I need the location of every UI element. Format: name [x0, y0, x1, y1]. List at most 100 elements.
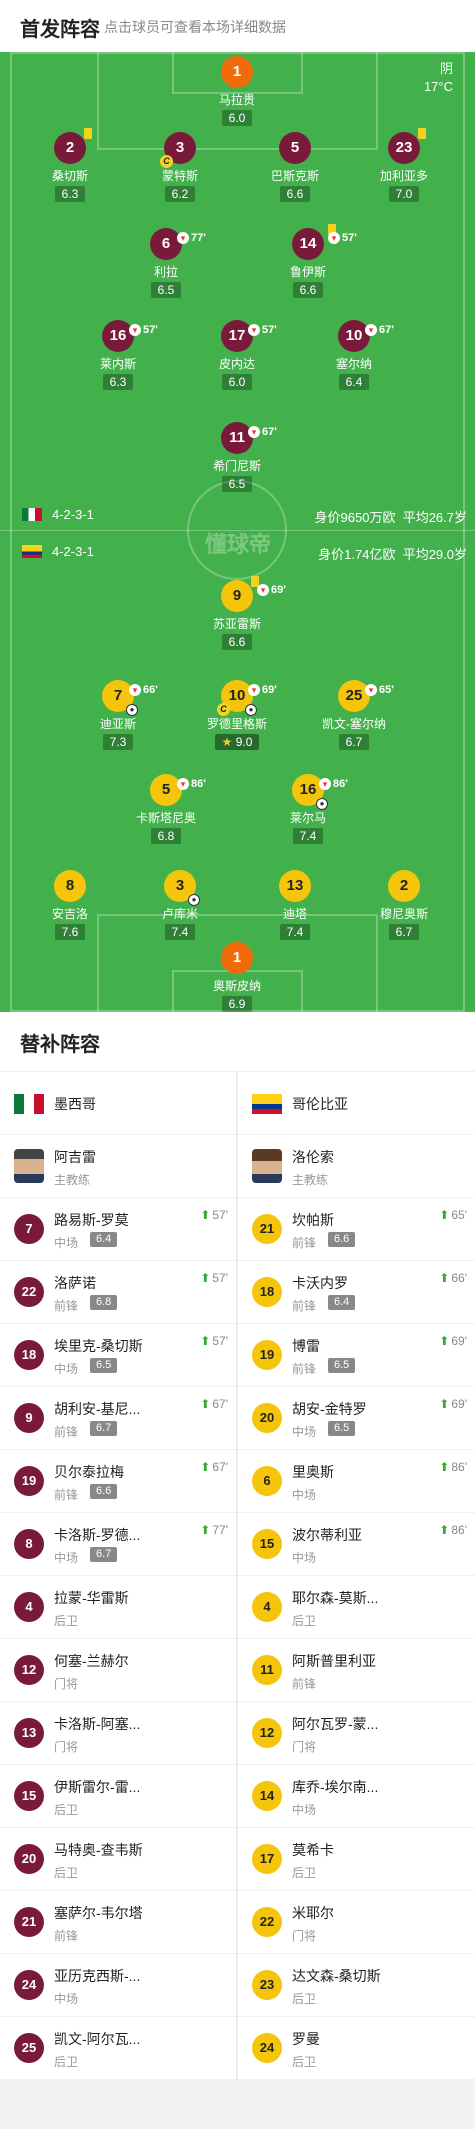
player-home[interactable]: 2 桑切斯 6.3 [10, 128, 130, 203]
away-coach-row[interactable]: 洛伦索 主教练 [238, 1135, 475, 1198]
player-home[interactable]: 23 加利亚多 7.0 [344, 128, 464, 203]
sub-player-row[interactable]: 19 贝尔泰拉梅 前锋 6.6 ⬆ 67' [0, 1450, 236, 1513]
player-home-gk[interactable]: 1 马拉贵 6.0 [177, 56, 297, 127]
sub-player-row[interactable]: 12 阿尔瓦罗-蒙... 门将 [238, 1702, 475, 1765]
sub-on-icon: ⬆ [439, 1208, 450, 1222]
player-rating: 6.6 [90, 1484, 118, 1499]
sub-player-row[interactable]: 23 达文森-桑切斯 后卫 [238, 1954, 475, 2017]
player-away[interactable]: 8 安吉洛 7.6 [10, 870, 130, 941]
player-home[interactable]: 11 ▾ 67' 希门尼斯 6.5 [177, 422, 297, 493]
sub-player-row[interactable]: 12 何塞-兰赫尔 门将 [0, 1639, 236, 1702]
player-name: 里奥斯 [292, 1464, 334, 1480]
player-away[interactable]: 13 迪塔 7.4 [235, 870, 355, 941]
player-position: 中场 [54, 1992, 79, 2006]
player-number: 21 [14, 1907, 44, 1937]
sub-player-row[interactable]: 22 洛萨诺 前锋 6.8 ⬆ 57' [0, 1261, 236, 1324]
player-away[interactable]: 25 ▾ 65' 凯文-塞尔纳 6.7 [294, 680, 414, 751]
sub-player-row[interactable]: 19 博雷 前锋 6.5 ⬆ 69' [238, 1324, 475, 1387]
player-number: 23 [252, 1970, 282, 2000]
sub-player-row[interactable]: 22 米耶尔 门将 [238, 1891, 475, 1954]
player-position: 中场 [292, 1803, 317, 1817]
away-team-info: 身价1.74亿欧 平均29.0岁 [318, 547, 467, 562]
sub-player-row[interactable]: 21 塞萨尔-韦尔塔 前锋 [0, 1891, 236, 1954]
player-away[interactable]: 7 ● ▾ 66' 迪亚斯 7.3 [58, 680, 178, 751]
sub-player-row[interactable]: 6 里奥斯 中场 ⬆ 86' [238, 1450, 475, 1513]
player-name: 耶尔森-莫斯... [292, 1590, 379, 1606]
subs-title: 替补阵容 [20, 1034, 100, 1056]
sub-on-time: ⬆ 86' [439, 1460, 467, 1474]
player-number: 21 [252, 1214, 282, 1244]
player-away-gk[interactable]: 1 奥斯皮纳 6.9 [177, 942, 297, 1012]
home-team-name: 墨西哥 [54, 1096, 96, 1112]
player-rating: 6.5 [328, 1358, 356, 1373]
player-position: 后卫 [54, 2055, 79, 2069]
player-away[interactable]: 10 C ● ▾ 69' 罗德里格斯 ★ 9.0 [177, 680, 297, 751]
player-number: 7 [14, 1214, 44, 1244]
player-name: 卡洛斯-罗德... [54, 1527, 141, 1543]
sub-off-icon: ▾ [177, 778, 189, 790]
player-home[interactable]: 10 ▾ 67' 塞尔纳 6.4 [294, 320, 414, 391]
player-position: 前锋 [292, 1236, 317, 1250]
player-position: 中场 [292, 1425, 317, 1439]
sub-on-time: ⬆ 69' [439, 1397, 467, 1411]
player-away[interactable]: 9 ▾ 69' 苏亚雷斯 6.6 [177, 576, 297, 651]
subs-header: 替补阵容 [0, 1012, 475, 1072]
player-rating: 6.4 [328, 1295, 356, 1310]
yellow-card-icon [418, 128, 426, 139]
sub-player-row[interactable]: 21 坎帕斯 前锋 6.6 ⬆ 65' [238, 1198, 475, 1261]
sub-player-row[interactable]: 24 亚历克西斯-... 中场 [0, 1954, 236, 2017]
sub-on-icon: ⬆ [200, 1334, 211, 1348]
player-number: 15 [14, 1781, 44, 1811]
sub-player-row[interactable]: 20 马特奥-查韦斯 后卫 [0, 1828, 236, 1891]
sub-on-time: ⬆ 57' [200, 1271, 228, 1285]
sub-player-row[interactable]: 11 阿斯普里利亚 前锋 [238, 1639, 475, 1702]
player-rating: 6.7 [90, 1547, 118, 1562]
sub-player-row[interactable]: 20 胡安-金特罗 中场 6.5 ⬆ 69' [238, 1387, 475, 1450]
player-home[interactable]: 17 ▾ 57' 皮内达 6.0 [177, 320, 297, 391]
sub-player-row[interactable]: 14 库乔-埃尔南... 中场 [238, 1765, 475, 1828]
sub-player-row[interactable]: 17 莫希卡 后卫 [238, 1828, 475, 1891]
player-number: 4 [252, 1592, 282, 1622]
sub-player-row[interactable]: 4 拉蒙-华雷斯 后卫 [0, 1576, 236, 1639]
home-subs-column: 墨西哥 阿吉雷 主教练 7 路易斯-罗莫 中场 6.4 ⬆ 57' 22 洛萨诺 前锋 6.8 ⬆ 5… [0, 1072, 237, 2080]
player-position: 前锋 [292, 1362, 317, 1376]
sub-player-row[interactable]: 15 伊斯雷尔-雷... 后卫 [0, 1765, 236, 1828]
sub-player-row[interactable]: 25 凯文-阿尔瓦... 后卫 [0, 2017, 236, 2080]
sub-off-icon: ▾ [248, 324, 260, 336]
sub-on-icon: ⬆ [439, 1271, 450, 1285]
player-away[interactable]: 2 穆尼奥斯 6.7 [344, 870, 464, 941]
player-number: 19 [252, 1340, 282, 1370]
brand-watermark: 懂球帝 [205, 532, 272, 557]
sub-player-row[interactable]: 8 卡洛斯-罗德... 中场 6.7 ⬆ 77' [0, 1513, 236, 1576]
player-position: 前锋 [54, 1299, 79, 1313]
sub-player-row[interactable]: 18 卡沃内罗 前锋 6.4 ⬆ 66' [238, 1261, 475, 1324]
sub-player-row[interactable]: 4 耶尔森-莫斯... 后卫 [238, 1576, 475, 1639]
player-home[interactable]: 5 巴斯克斯 6.6 [235, 132, 355, 203]
player-position: 中场 [54, 1551, 79, 1565]
player-away[interactable]: 5 ▾ 86' 卡斯塔尼奥 6.8 [106, 774, 226, 845]
player-home[interactable]: 3C 蒙特斯 6.2 [120, 132, 240, 203]
player-home[interactable]: 14 ▾ 57' 鲁伊斯 6.6 [248, 224, 368, 299]
player-position: 后卫 [292, 1992, 317, 2006]
player-name: 博雷 [292, 1338, 320, 1354]
player-name: 贝尔泰拉梅 [54, 1464, 124, 1480]
sub-off-icon: ▾ [129, 684, 141, 696]
sub-player-row[interactable]: 15 波尔蒂利亚 中场 ⬆ 86' [238, 1513, 475, 1576]
player-number: 24 [14, 1970, 44, 2000]
away-subs-column: 哥伦比亚 洛伦索 主教练 21 坎帕斯 前锋 6.6 ⬆ 65' 18 卡沃内罗 前锋 6.4 ⬆ 6… [238, 1072, 475, 2080]
home-coach-row[interactable]: 阿吉雷 主教练 [0, 1135, 236, 1198]
home-team-info: 身价9650万欧 平均26.7岁 [314, 510, 467, 525]
player-number: 24 [252, 2033, 282, 2063]
sub-on-time: ⬆ 57' [200, 1334, 228, 1348]
player-home[interactable]: 6 ▾ 77' 利拉 6.5 [106, 228, 226, 299]
player-home[interactable]: 16 ▾ 57' 莱内斯 6.3 [58, 320, 178, 391]
sub-player-row[interactable]: 13 卡洛斯-阿塞... 门将 [0, 1702, 236, 1765]
sub-player-row[interactable]: 7 路易斯-罗莫 中场 6.4 ⬆ 57' [0, 1198, 236, 1261]
sub-player-row[interactable]: 9 胡利安-基尼... 前锋 6.7 ⬆ 67' [0, 1387, 236, 1450]
player-away[interactable]: 3 ● 卢库米 7.4 [120, 870, 240, 941]
sub-player-row[interactable]: 18 埃里克-桑切斯 中场 6.5 ⬆ 57' [0, 1324, 236, 1387]
player-number: 12 [14, 1655, 44, 1685]
player-away[interactable]: 16 ● ▾ 86' 莱尔马 7.4 [248, 774, 368, 845]
lineup-subtitle: 点击球员可查看本场详细数据 [104, 19, 286, 35]
sub-player-row[interactable]: 24 罗曼 后卫 [238, 2017, 475, 2080]
